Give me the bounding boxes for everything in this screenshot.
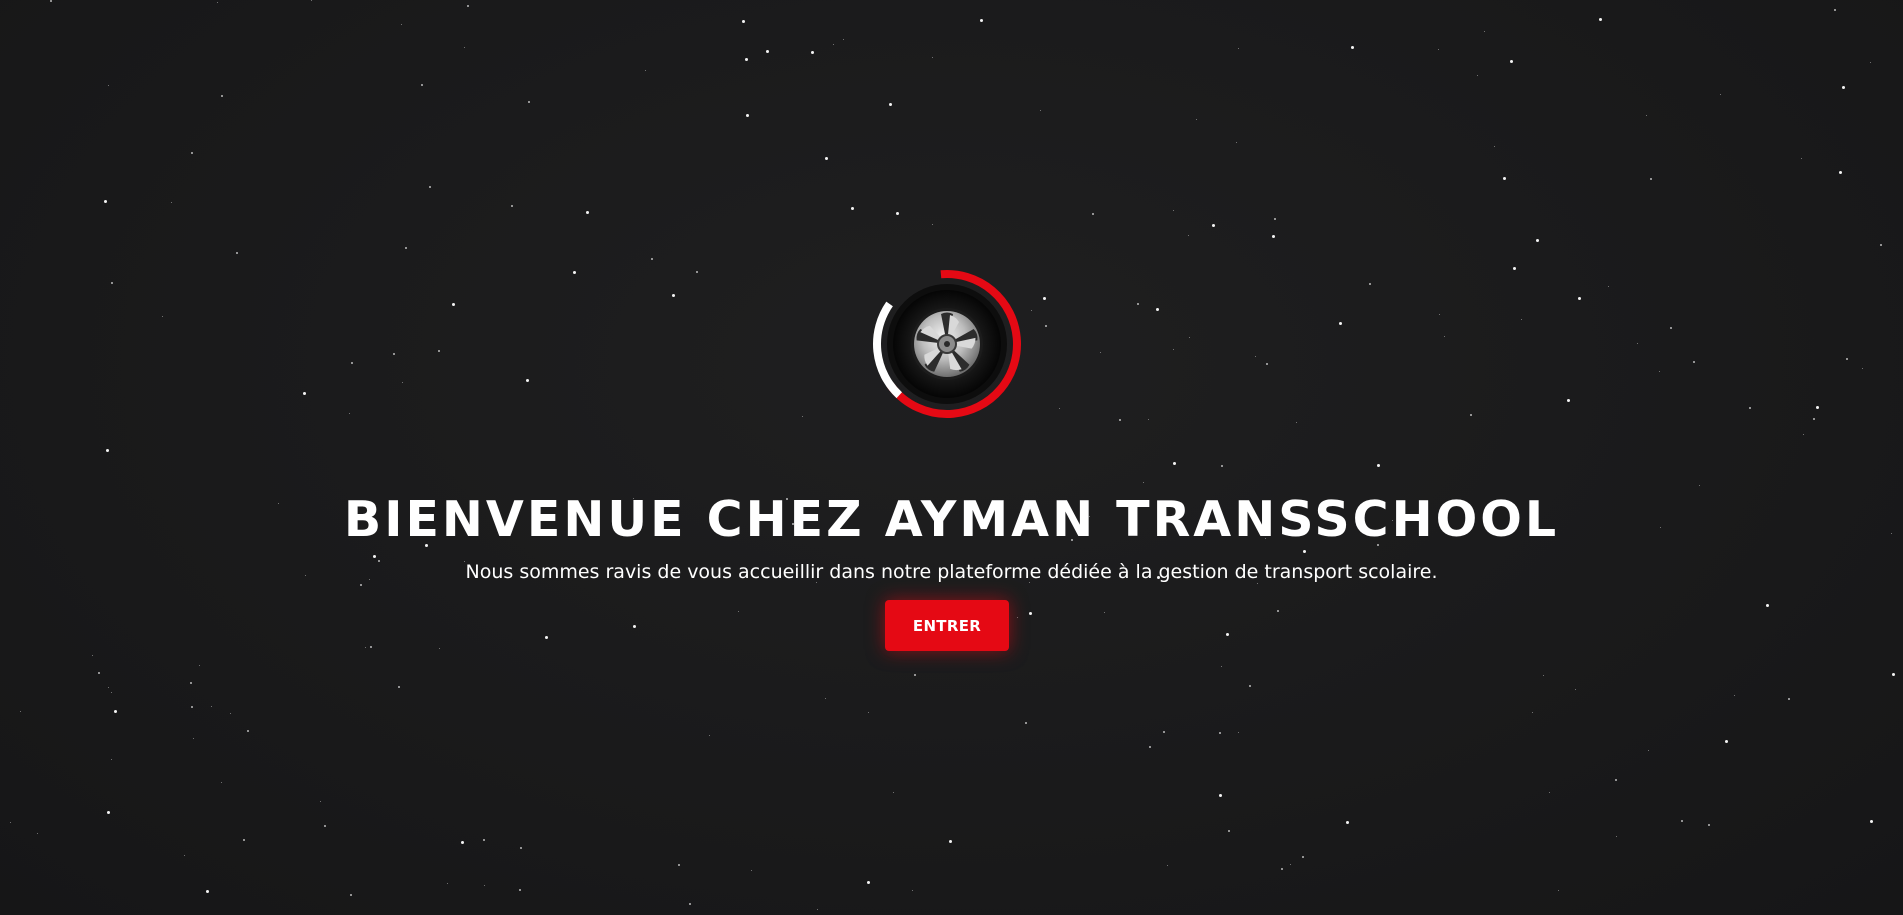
wheel-logo-icon — [871, 268, 1023, 420]
welcome-subtitle: Nous sommes ravis de vous accueillir dan… — [465, 561, 1438, 583]
welcome-content: BIENVENUE CHEZ AYMAN TRANSSCHOOL Nous so… — [0, 0, 1903, 915]
enter-button[interactable]: ENTRER — [885, 600, 1009, 651]
page-title: BIENVENUE CHEZ AYMAN TRANSSCHOOL — [343, 490, 1560, 548]
welcome-screen: BIENVENUE CHEZ AYMAN TRANSSCHOOL Nous so… — [0, 0, 1903, 915]
wheel-icon — [873, 270, 1021, 418]
